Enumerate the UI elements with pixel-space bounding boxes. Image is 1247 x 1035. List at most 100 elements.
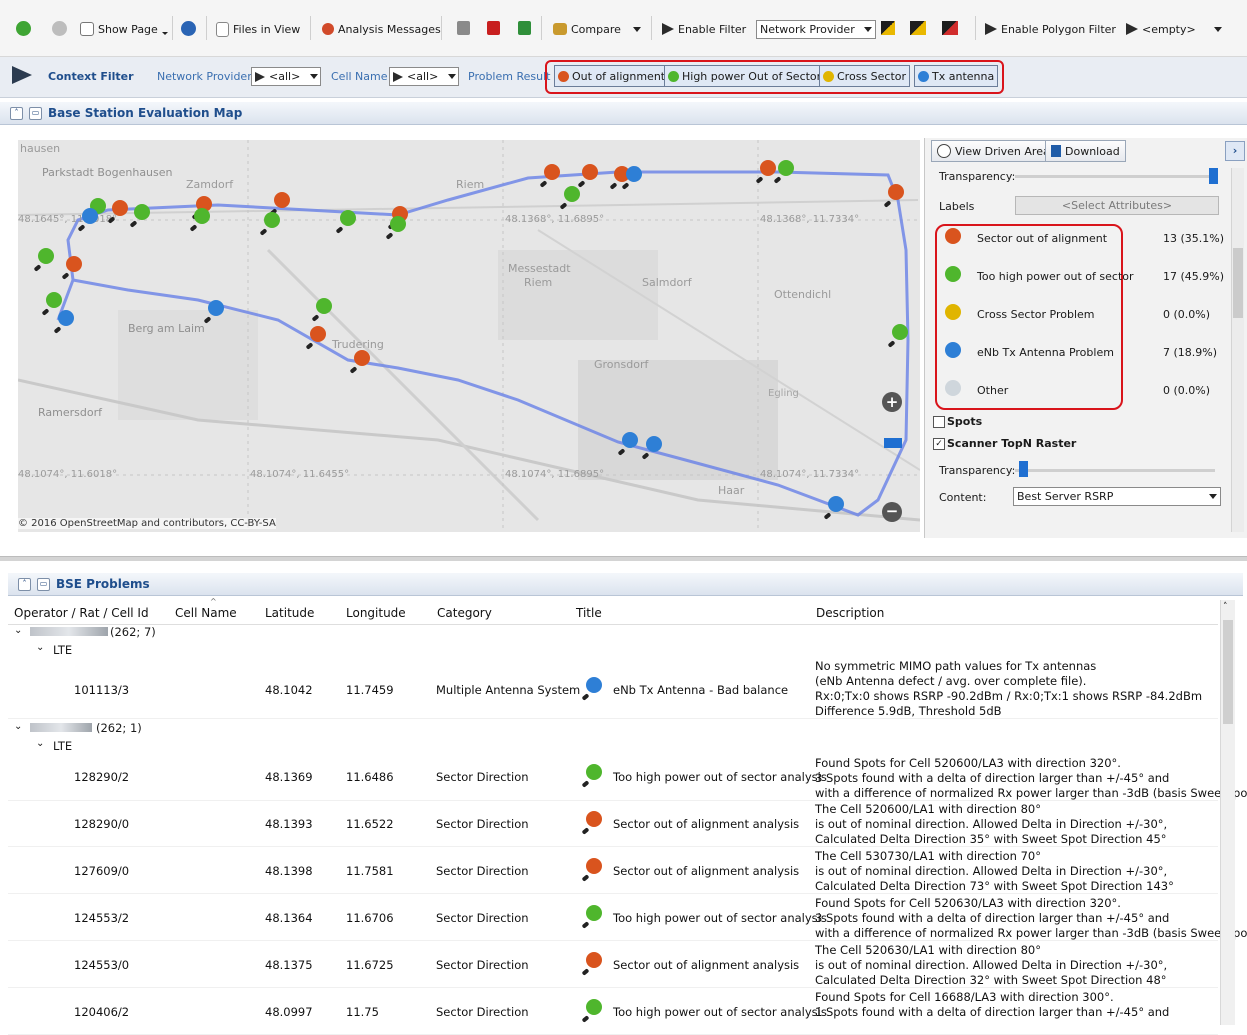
compare-button[interactable]: Compare — [553, 19, 641, 39]
forward-icon[interactable] — [52, 21, 67, 36]
spots-label: Spots — [947, 415, 983, 428]
category: Sector Direction — [436, 864, 529, 878]
collapse-icon[interactable]: ˄ — [10, 106, 23, 120]
scrollbar-thumb[interactable] — [1233, 248, 1243, 318]
column-header-title[interactable]: Title — [576, 606, 602, 620]
column-header-latitude[interactable]: Latitude — [265, 606, 314, 620]
scrollbar-thumb[interactable] — [1223, 620, 1233, 724]
marker-tx-antenna[interactable] — [58, 310, 74, 326]
raster-transparency-slider[interactable] — [1015, 469, 1215, 472]
excel-icon[interactable] — [518, 21, 531, 35]
filter-yellow-icon[interactable] — [881, 21, 895, 35]
splitter[interactable] — [0, 556, 1247, 561]
marker-out-of-alignment[interactable] — [544, 164, 560, 180]
marker-too-high-power[interactable] — [264, 212, 280, 228]
chip-cross-sector[interactable]: Cross Sector — [819, 65, 911, 87]
transparency-slider-handle[interactable] — [1209, 168, 1218, 184]
latitude: 48.1042 — [265, 683, 313, 697]
marker-out-of-alignment[interactable] — [274, 192, 290, 208]
chip-out-of-alignment[interactable]: Out of alignment — [554, 65, 670, 87]
marker-too-high-power[interactable] — [194, 208, 210, 224]
zoom-slider-handle[interactable] — [884, 438, 902, 448]
notes-icon[interactable] — [457, 21, 470, 35]
collapse-icon[interactable]: ˄ — [18, 577, 31, 591]
column-header-category[interactable]: Category — [437, 606, 492, 620]
expand-group-icon[interactable]: ⌄ — [14, 625, 22, 636]
column-header-cell-id[interactable]: Operator / Rat / Cell Id — [14, 606, 149, 620]
filter-icon — [662, 23, 674, 35]
marker-too-high-power[interactable] — [38, 248, 54, 264]
marker-too-high-power[interactable] — [340, 210, 356, 226]
files-in-view-button[interactable]: Files in View — [216, 19, 300, 39]
content-select[interactable]: Best Server RSRP — [1013, 487, 1221, 506]
longitude: 11.7581 — [346, 864, 394, 878]
marker-out-of-alignment[interactable] — [760, 160, 776, 176]
scrollbar-up-icon[interactable]: ˄ — [1223, 602, 1228, 612]
chip-high-power-out-of-sector[interactable]: High power Out of Sector — [664, 65, 826, 87]
spots-checkbox[interactable] — [933, 416, 945, 428]
table-scrollbar[interactable]: ˄ — [1220, 600, 1235, 1025]
analysis-messages-button[interactable]: Analysis Messages — [322, 19, 441, 39]
network-provider-filter[interactable]: <all> — [251, 67, 321, 86]
cell-name-filter[interactable]: <all> — [389, 67, 459, 86]
chip-tx-antenna[interactable]: Tx antenna — [914, 65, 999, 87]
labels-select[interactable]: <Select Attributes> — [1015, 196, 1219, 215]
column-header-cell-name[interactable]: Cell Name — [175, 606, 237, 620]
side-panel-scrollbar[interactable] — [1231, 168, 1244, 532]
rat-label: LTE — [53, 739, 73, 753]
zoom-in-button[interactable]: + — [882, 392, 902, 412]
marker-out-of-alignment[interactable] — [112, 200, 128, 216]
filter-next-icon[interactable] — [910, 21, 926, 35]
expand-group-icon[interactable]: ⌄ — [14, 721, 22, 732]
chevron-down-icon — [632, 26, 641, 32]
marker-too-high-power[interactable] — [564, 186, 580, 202]
marker-tx-antenna[interactable] — [82, 208, 98, 224]
marker-too-high-power[interactable] — [892, 324, 908, 340]
marker-out-of-alignment[interactable] — [888, 184, 904, 200]
enable-filter-button[interactable]: Enable Filter — [662, 19, 746, 39]
back-icon[interactable] — [16, 21, 31, 36]
marker-too-high-power[interactable] — [46, 292, 62, 308]
marker-out-of-alignment[interactable] — [354, 350, 370, 366]
detach-icon[interactable]: ▭ — [37, 577, 50, 591]
column-header-description[interactable]: Description — [816, 606, 884, 620]
map-coordinate-label: 48.1074°, 11.6018° — [18, 469, 118, 480]
column-header-longitude[interactable]: Longitude — [346, 606, 406, 620]
legend-item-label: Cross Sector Problem — [977, 308, 1095, 321]
transparency-slider[interactable] — [1015, 175, 1215, 178]
show-page-button[interactable]: Show Page — [80, 19, 168, 39]
longitude: 11.6725 — [346, 958, 394, 972]
marker-tx-antenna[interactable] — [622, 432, 638, 448]
scanner-topn-checkbox[interactable]: ✓ — [933, 438, 945, 450]
marker-out-of-alignment[interactable] — [582, 164, 598, 180]
marker-too-high-power[interactable] — [316, 298, 332, 314]
marker-out-of-alignment[interactable] — [310, 326, 326, 342]
enable-polygon-filter-button[interactable]: Enable Polygon Filter — [985, 19, 1116, 39]
polygon-select[interactable]: <empty> — [1126, 19, 1222, 39]
expand-panel-button[interactable]: › — [1225, 141, 1245, 161]
raster-transparency-handle[interactable] — [1019, 461, 1028, 477]
marker-out-of-alignment[interactable] — [66, 256, 82, 272]
expand-rat-icon[interactable]: ⌄ — [36, 642, 44, 653]
map-coordinate-label: 48.1368°, 11.7334° — [760, 214, 860, 225]
detach-icon[interactable]: ▭ — [29, 106, 42, 120]
zoom-out-button[interactable]: − — [882, 502, 902, 522]
driven-area-icon — [937, 144, 951, 158]
marker-tx-antenna[interactable] — [646, 436, 662, 452]
marker-tx-antenna[interactable] — [208, 300, 224, 316]
globe-icon[interactable] — [181, 21, 196, 36]
marker-tx-antenna[interactable] — [626, 166, 642, 182]
download-button[interactable]: Download — [1045, 140, 1126, 162]
marker-tx-antenna[interactable] — [828, 496, 844, 512]
filter-clear-icon[interactable] — [942, 21, 958, 35]
pdf-icon[interactable] — [487, 21, 500, 35]
view-driven-area-button[interactable]: View Driven Area — [931, 140, 1056, 162]
marker-too-high-power[interactable] — [778, 160, 794, 176]
expand-rat-icon[interactable]: ⌄ — [36, 738, 44, 749]
problem-type-icon — [586, 764, 602, 780]
marker-too-high-power[interactable] — [134, 204, 150, 220]
base-station-map[interactable]: hausen Parkstadt Bogenhausen Zamdorf Rie… — [18, 140, 920, 532]
marker-too-high-power[interactable] — [390, 216, 406, 232]
network-provider-select[interactable]: Network Provider — [756, 20, 876, 39]
scale-icon — [553, 23, 567, 35]
